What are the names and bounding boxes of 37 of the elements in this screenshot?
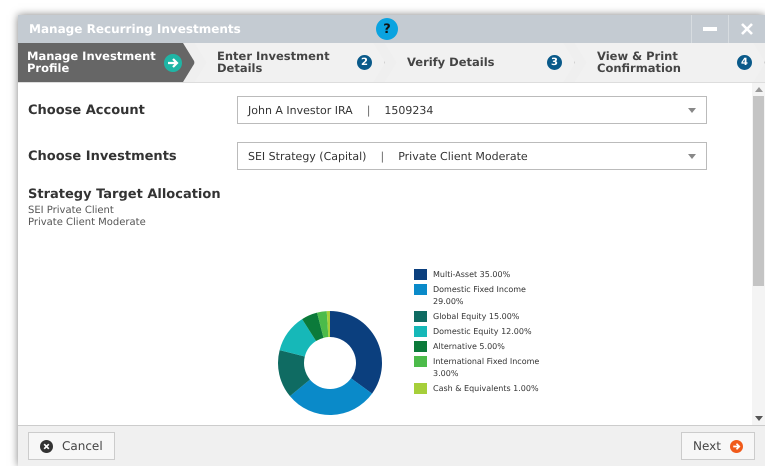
scroll-down-icon[interactable] [754,416,762,421]
legend-swatch [414,311,427,322]
dropdown-field[interactable]: John A Investor IRA | 1509234 [237,96,707,124]
dropdown-caret-icon [688,154,696,159]
legend-label: Domestic Fixed Income 29.00% [433,284,527,308]
next-button[interactable]: Next [681,432,755,460]
strategy-text: Private Client Moderate [28,217,147,229]
cancel-button[interactable]: Cancel [28,432,115,460]
scrollbar-thumb[interactable] [753,96,764,286]
field-label: Choose Investments [28,148,178,164]
legend-label: Multi-Asset 35.00% [433,269,510,281]
legend-swatch [414,356,427,367]
step-number: 4 [737,55,752,70]
help-button[interactable]: ? [376,18,398,40]
scroll-up-icon[interactable] [754,87,762,92]
step-number: 3 [547,55,562,70]
field-label: Choose Account [28,102,146,118]
legend-swatch [414,284,427,295]
legend-label: Cash & Equivalents 1.00% [433,383,539,395]
legend-label: International Fixed Income 3.00% [433,356,540,380]
window-title: Manage Recurring Investments [29,22,241,36]
legend-swatch [414,269,427,280]
wizard-step[interactable]: Manage Investment Profile [18,43,195,82]
legend-swatch [414,341,427,352]
dropdown-field[interactable]: SEI Strategy (Capital) | Private Client Moderate [237,142,707,170]
legend-label: Domestic Equity 12.00% [433,326,532,338]
arrow-icon [730,440,743,452]
dropdown-caret-icon [688,108,696,113]
step-number: 2 [357,55,372,70]
legend-label: Global Equity 15.00% [433,311,520,323]
strategy-text: SEI Private Client [28,205,115,217]
legend-label: Alternative 5.00% [433,341,505,353]
close-icon [40,440,53,452]
close-icon [741,23,753,35]
legend-swatch [414,326,427,337]
legend-swatch [414,383,427,394]
section-title: Strategy Target Allocation [28,187,222,202]
